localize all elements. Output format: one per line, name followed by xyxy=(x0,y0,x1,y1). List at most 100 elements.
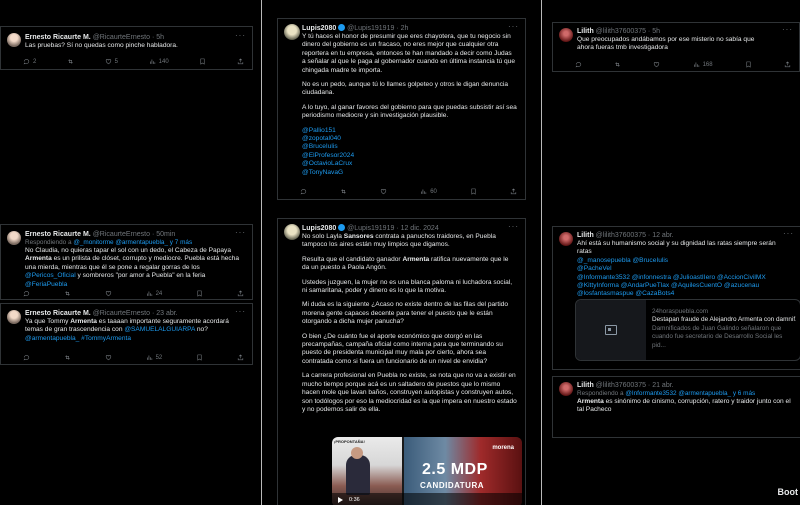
tweet-card-lilith-2[interactable]: Lilith @lilith37600375 · 12 abr. ··· Ahí… xyxy=(552,226,800,370)
repost-button[interactable] xyxy=(64,354,71,361)
link-description: Damnificados de Juan Galindo señalaron q… xyxy=(652,324,783,349)
author-handle[interactable]: @RicaurteErnesto · 50min xyxy=(93,231,176,238)
mention-link[interactable]: @BruceIulis xyxy=(302,143,517,151)
author-handle[interactable]: @RicaurteErnesto · 5h xyxy=(93,34,164,41)
more-icon[interactable]: ··· xyxy=(235,228,246,237)
bookmark-button[interactable] xyxy=(196,354,203,361)
bookmark-button[interactable] xyxy=(745,61,752,68)
mention-link[interactable]: @OctavioLaCrux xyxy=(302,160,517,168)
reply-button[interactable]: 2 xyxy=(23,58,36,65)
bookmark-button[interactable] xyxy=(196,290,203,297)
replying-to-handles[interactable]: @_monitorme @armentapuebla_ y 7 más xyxy=(73,239,192,246)
mention-link[interactable]: @_manosepuebla @BruceIulis xyxy=(577,257,792,265)
avatar[interactable] xyxy=(7,33,21,47)
share-button[interactable] xyxy=(510,188,517,195)
mention-link[interactable]: @ElProfesor2024 xyxy=(302,152,517,160)
like-button[interactable]: 5 xyxy=(105,58,118,65)
author-name[interactable]: Lilith xyxy=(577,382,594,389)
tweet-card-ernesto-2[interactable]: Ernesto Ricaurte M. @RicaurteErnesto · 5… xyxy=(0,224,253,300)
avatar[interactable] xyxy=(559,382,573,396)
more-icon[interactable]: ··· xyxy=(235,307,246,316)
author-handle[interactable]: @lilith37600375 · 5h xyxy=(596,28,660,35)
views-button[interactable]: 140 xyxy=(149,58,169,65)
like-button[interactable] xyxy=(380,188,387,195)
tweet-card-ernesto-1[interactable]: Ernesto Ricaurte M. @RicaurteErnesto · 5… xyxy=(0,26,253,70)
share-button[interactable] xyxy=(237,290,244,297)
author-handle[interactable]: @RicaurteErnesto · 23 abr. xyxy=(93,310,178,317)
author-name[interactable]: Ernesto Ricaurte M. xyxy=(25,34,91,41)
play-icon[interactable] xyxy=(338,497,343,503)
share-button[interactable] xyxy=(784,61,791,68)
reply-button[interactable] xyxy=(300,188,307,195)
mention-link[interactable]: @FeriaPuebla xyxy=(25,281,67,288)
like-button[interactable] xyxy=(105,290,112,297)
views-button[interactable]: 24 xyxy=(146,290,162,297)
tweet-card-ernesto-3[interactable]: Ernesto Ricaurte M. @RicaurteErnesto · 2… xyxy=(0,303,253,365)
reply-button[interactable] xyxy=(23,354,30,361)
like-button[interactable] xyxy=(105,354,112,361)
link-thumbnail xyxy=(576,300,646,360)
paragraph: No solo Layla Sansores contrata a panuch… xyxy=(302,233,517,250)
repost-button[interactable] xyxy=(340,188,347,195)
author-name[interactable]: Lilith xyxy=(577,232,594,239)
views-button[interactable]: 168 xyxy=(693,61,713,68)
repost-button[interactable] xyxy=(67,58,74,65)
video-time: 0:36 xyxy=(349,497,360,503)
author-name[interactable]: Lilith xyxy=(577,28,594,35)
mention-link[interactable]: @SAMUELALGUIARPA xyxy=(124,326,195,333)
mention-link[interactable]: @Informante3532 @infonnestra @JulioastII… xyxy=(577,274,792,282)
tweet-card-lupis-2[interactable]: Lupis2080 @Lupis191919 · 12 dic. 2024 ··… xyxy=(277,218,526,505)
bookmark-icon xyxy=(196,354,203,361)
replying-to-handles[interactable]: @Informante3532 @armentapuebla_ y 6 más xyxy=(625,390,755,397)
media-overlay-subtext: CANDIDATURA xyxy=(420,481,485,490)
author-name[interactable]: Lupis2080 xyxy=(302,25,336,32)
avatar[interactable] xyxy=(559,232,573,246)
bookmark-button[interactable] xyxy=(470,188,477,195)
author-handle[interactable]: @lilith37600375 · 21 abr. xyxy=(596,382,674,389)
repost-icon xyxy=(67,58,74,65)
mention-link[interactable]: @armentapuebla_ #TommyArmenta xyxy=(25,335,131,342)
views-button[interactable]: 60 xyxy=(420,188,437,195)
avatar[interactable] xyxy=(559,28,573,42)
mention-link[interactable]: @PacheVel xyxy=(577,265,792,273)
more-icon[interactable]: ··· xyxy=(235,31,246,40)
tweet-body: Respondiendo a @Informante3532 @armentap… xyxy=(577,390,792,415)
mention-link[interactable]: @Pallio151 xyxy=(302,127,517,135)
share-button[interactable] xyxy=(237,58,244,65)
tweet-video[interactable]: ¡PROPONTAÑA! morena 2.5 MDP CANDIDATURA … xyxy=(332,437,522,505)
bookmark-button[interactable] xyxy=(199,58,206,65)
more-icon[interactable]: ··· xyxy=(782,25,793,34)
repost-button[interactable] xyxy=(64,290,71,297)
like-button[interactable] xyxy=(653,61,660,68)
avatar[interactable] xyxy=(284,224,300,240)
highlight-text: Armenta xyxy=(402,255,430,263)
mention-link[interactable]: @losfantasmaspue @CazaBots4 xyxy=(577,290,792,298)
mention-link[interactable]: @TonyNavaG xyxy=(302,169,517,177)
author-handle[interactable]: @lilith37600375 · 12 abr. xyxy=(596,232,674,239)
author-name[interactable]: Ernesto Ricaurte M. xyxy=(25,310,91,317)
tweet-card-lilith-3[interactable]: Lilith @lilith37600375 · 21 abr. Respond… xyxy=(552,376,800,438)
tweet-body: Ahí está su humanismo social y su dignid… xyxy=(577,240,792,299)
mention-link[interactable]: @KittyInforma @AndarPueTlax @AquilesCuen… xyxy=(577,282,792,290)
author-name[interactable]: Ernesto Ricaurte M. xyxy=(25,231,91,238)
repost-button[interactable] xyxy=(614,61,621,68)
author-name[interactable]: Lupis2080 xyxy=(302,225,336,232)
views-button[interactable]: 52 xyxy=(146,354,162,361)
avatar[interactable] xyxy=(7,231,21,245)
more-icon[interactable]: ··· xyxy=(783,229,794,238)
author-handle[interactable]: @Lupis191919 · 2h xyxy=(347,25,408,32)
mention-link[interactable]: @Pericos_Oficial xyxy=(25,272,76,279)
author-handle[interactable]: @Lupis191919 · 12 dic. 2024 xyxy=(347,225,439,232)
link-preview-card[interactable]: 24horaspuebla.com Destapan fraude de Ale… xyxy=(575,299,800,361)
mention-link[interactable]: @zopotal040 xyxy=(302,135,517,143)
reply-button[interactable] xyxy=(575,61,582,68)
more-icon[interactable]: ··· xyxy=(508,222,519,231)
avatar[interactable] xyxy=(284,24,300,40)
more-icon[interactable]: ··· xyxy=(508,22,519,31)
tweet-card-lupis-1[interactable]: Lupis2080 @Lupis191919 · 2h ··· Y tú hac… xyxy=(277,18,526,200)
heart-icon xyxy=(653,61,660,68)
share-button[interactable] xyxy=(237,354,244,361)
avatar[interactable] xyxy=(7,310,21,324)
reply-button[interactable] xyxy=(23,290,30,297)
tweet-card-lilith-1[interactable]: Lilith @lilith37600375 · 5h ··· Que preo… xyxy=(552,22,800,72)
